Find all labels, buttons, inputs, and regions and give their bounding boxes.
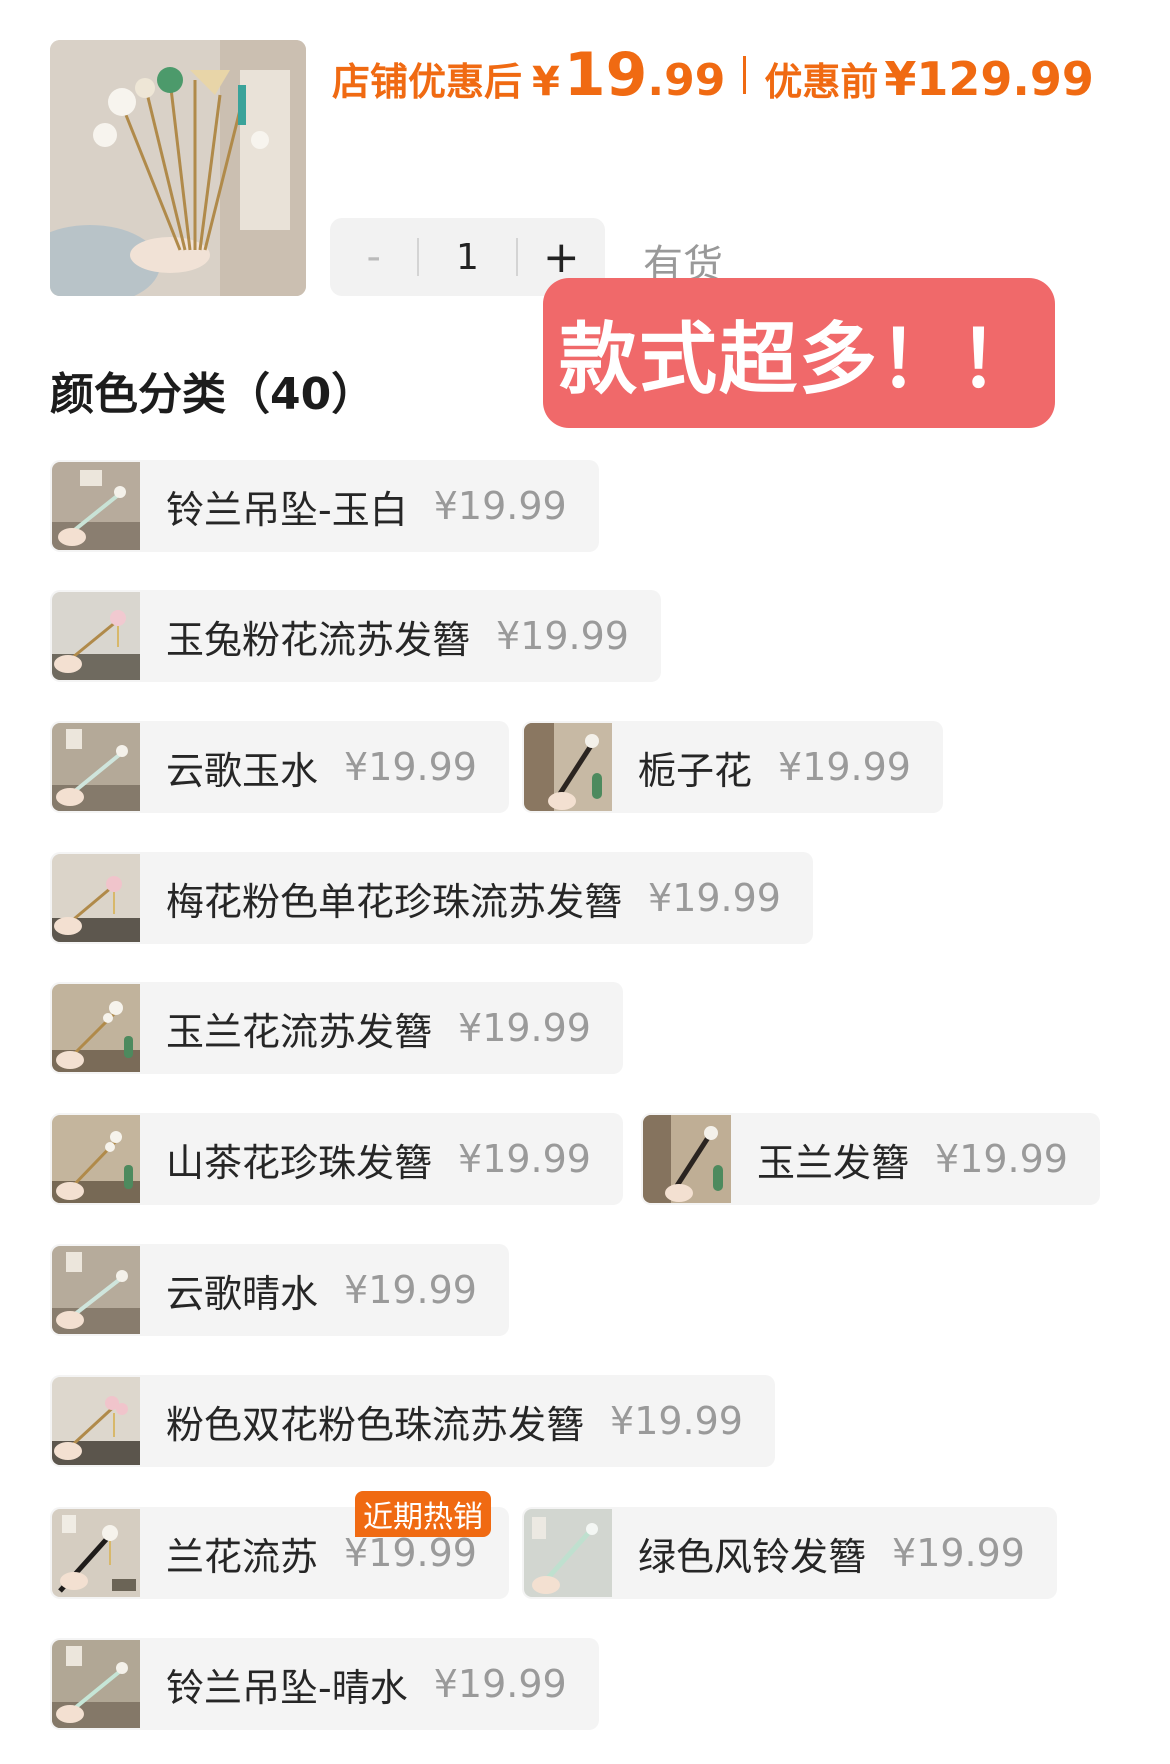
variant-chip[interactable]: 栀子花 ¥19.99 — [522, 721, 943, 813]
variant-chip[interactable]: 玉兔粉花流苏发簪 ¥19.99 — [50, 590, 661, 682]
discount-label: 店铺优惠后 — [332, 60, 523, 104]
quantity-input[interactable]: 1 — [419, 237, 515, 278]
variant-price: ¥19.99 — [433, 484, 567, 528]
variant-name: 云歌玉水 — [166, 748, 319, 793]
price-line: 店铺优惠后 ¥ 19 .99 优惠前 ¥129.99 — [332, 40, 1094, 110]
variant-chip[interactable]: 山茶花珍珠发簪 ¥19.99 — [50, 1113, 623, 1205]
variant-price: ¥19.99 — [344, 1531, 477, 1575]
variant-thumbnail — [52, 592, 140, 680]
variant-thumbnail — [52, 854, 140, 942]
variant-chip[interactable]: 云歌晴水 ¥19.99 — [50, 1244, 509, 1336]
promo-overlay: 款式超多！！ — [543, 278, 1055, 428]
variant-thumbnail — [52, 1509, 140, 1597]
variant-thumbnail — [52, 723, 140, 811]
variant-price: ¥19.99 — [344, 1268, 477, 1312]
section-title: 颜色分类（40） — [50, 369, 376, 420]
original-label: 优惠前 — [764, 60, 879, 104]
variant-name: 梅花粉色单花珍珠流苏发簪 — [166, 879, 623, 924]
variant-thumbnail — [52, 1115, 140, 1203]
variant-price: ¥19.99 — [496, 614, 629, 658]
variant-name: 绿色风铃发簪 — [638, 1534, 867, 1579]
variant-name: 兰花流苏 — [166, 1534, 319, 1579]
product-main-image[interactable] — [50, 40, 306, 296]
variant-thumbnail — [524, 1509, 612, 1597]
decrement-button[interactable]: - — [330, 234, 417, 280]
variant-name: 山茶花珍珠发簪 — [166, 1140, 433, 1185]
variant-price: ¥19.99 — [778, 745, 911, 789]
discount-currency: ¥ — [532, 59, 560, 105]
variant-name: 云歌晴水 — [166, 1271, 319, 1316]
variant-name: 玉兰花流苏发簪 — [166, 1009, 433, 1054]
hot-sale-badge: 近期热销 — [355, 1491, 491, 1537]
original-price: ¥129.99 — [884, 52, 1094, 106]
variant-name: 铃兰吊坠-晴水 — [166, 1665, 408, 1710]
variant-thumbnail — [52, 462, 140, 550]
variant-thumbnail — [52, 1246, 140, 1334]
variant-name: 玉兰发簪 — [757, 1140, 910, 1185]
variant-name: 铃兰吊坠-玉白 — [166, 487, 408, 532]
variant-price: ¥19.99 — [458, 1137, 591, 1181]
variant-chip[interactable]: 玉兰花流苏发簪 ¥19.99 — [50, 982, 623, 1074]
variant-chip[interactable]: 铃兰吊坠-玉白 ¥19.99 — [50, 460, 599, 552]
variant-price: ¥19.99 — [433, 1662, 567, 1706]
variant-chip[interactable]: 粉色双花粉色珠流苏发簪 ¥19.99 — [50, 1375, 775, 1467]
price-divider — [743, 56, 747, 94]
variant-price: ¥19.99 — [935, 1137, 1068, 1181]
variant-name: 粉色双花粉色珠流苏发簪 — [166, 1402, 585, 1447]
variant-chip[interactable]: 铃兰吊坠-晴水 ¥19.99 — [50, 1638, 599, 1730]
variant-price: ¥19.99 — [648, 876, 781, 920]
variant-chip[interactable]: 绿色风铃发簪 ¥19.99 — [522, 1507, 1057, 1599]
variant-thumbnail — [52, 1377, 140, 1465]
increment-button[interactable]: + — [518, 232, 605, 283]
variant-name: 玉兔粉花流苏发簪 — [166, 617, 471, 662]
variant-thumbnail — [52, 984, 140, 1072]
variant-price: ¥19.99 — [458, 1006, 591, 1050]
variant-name: 栀子花 — [638, 748, 753, 793]
variant-chip[interactable]: 玉兰发簪 ¥19.99 — [641, 1113, 1100, 1205]
variant-price: ¥19.99 — [344, 745, 477, 789]
variant-price: ¥19.99 — [610, 1399, 743, 1443]
variant-chip[interactable]: 梅花粉色单花珍珠流苏发簪 ¥19.99 — [50, 852, 813, 944]
variant-thumbnail — [643, 1115, 731, 1203]
variant-thumbnail — [524, 723, 612, 811]
variant-chip[interactable]: 云歌玉水 ¥19.99 — [50, 721, 509, 813]
discount-price-int: 19 — [563, 40, 648, 110]
discount-price-dec: .99 — [647, 55, 726, 106]
variant-thumbnail — [52, 1640, 140, 1728]
variant-price: ¥19.99 — [892, 1531, 1025, 1575]
